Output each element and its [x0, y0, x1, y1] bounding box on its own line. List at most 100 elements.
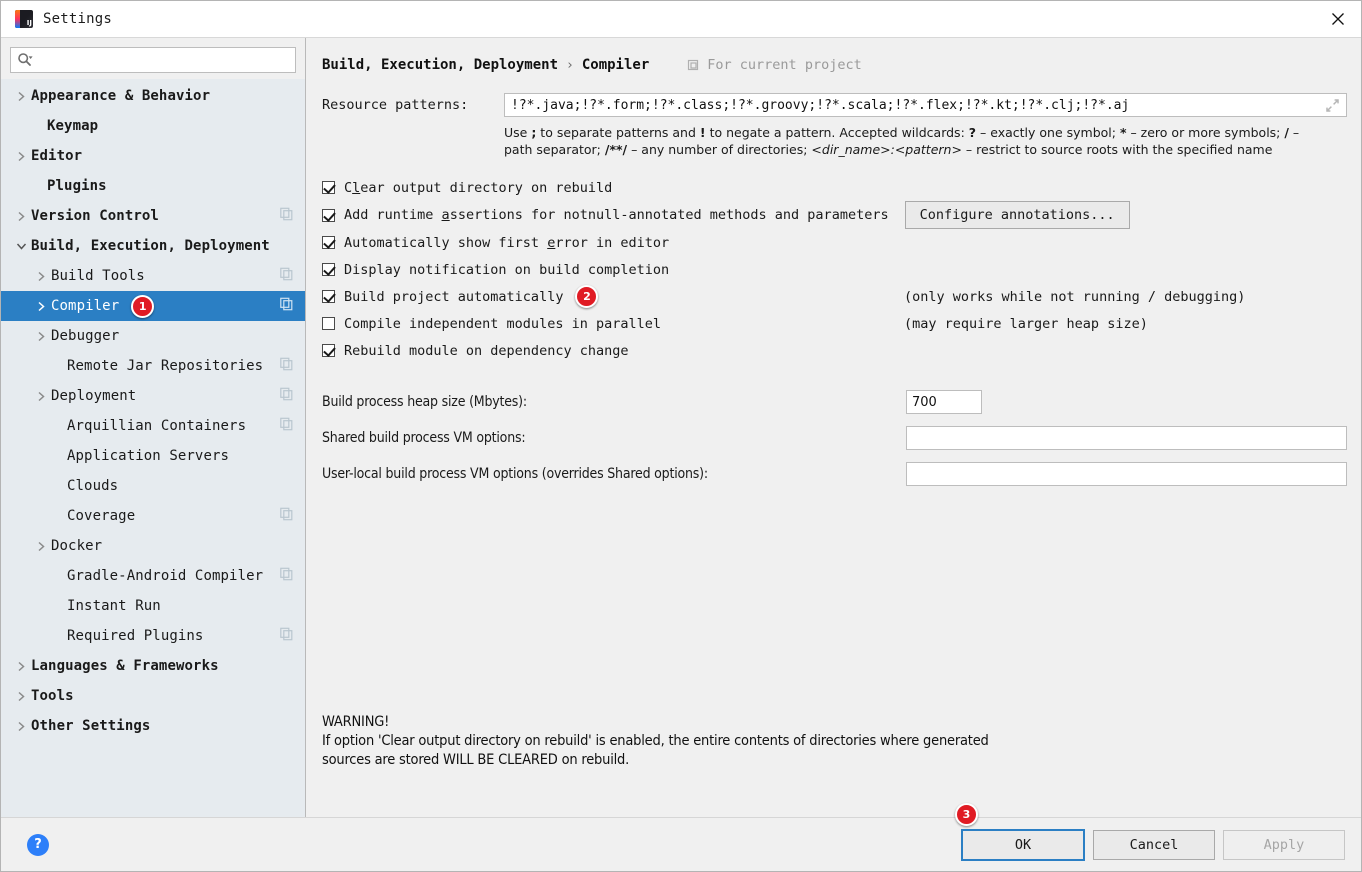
sidebar-item-version-control[interactable]: Version Control	[1, 201, 305, 231]
chevron-down-icon[interactable]	[13, 238, 29, 254]
chevron-right-icon[interactable]	[13, 658, 29, 674]
sidebar-item-editor[interactable]: Editor	[1, 141, 305, 171]
apply-button: Apply	[1223, 829, 1345, 860]
checkbox-label-post: ear output directory on rebuild	[360, 179, 613, 196]
checkbox-label[interactable]: Display notification on build completion	[344, 262, 669, 278]
sidebar-item-application-servers[interactable]: Application Servers	[1, 441, 305, 471]
resource-patterns-input[interactable]	[509, 96, 1322, 114]
chevron-right-icon[interactable]	[13, 148, 29, 164]
copy-settings-icon[interactable]	[280, 417, 293, 435]
expand-icon[interactable]	[1322, 94, 1342, 116]
copy-settings-icon[interactable]	[280, 567, 293, 585]
search-box[interactable]	[10, 47, 296, 73]
checkbox-label[interactable]: Rebuild module on dependency change	[344, 343, 628, 359]
sidebar-item-required-plugins[interactable]: Required Plugins	[1, 621, 305, 651]
copy-settings-icon[interactable]	[280, 387, 293, 405]
sidebar-item-compiler[interactable]: Compiler 1	[1, 291, 305, 321]
checkbox-add-runtime-assertions-for-notnull-annotated-m[interactable]	[322, 208, 335, 222]
chevron-right-icon[interactable]	[33, 298, 49, 314]
chevron-right-icon[interactable]	[13, 688, 29, 704]
sidebar-item-remote-jar-repositories[interactable]: Remote Jar Repositories	[1, 351, 305, 381]
field-input-user-local-build-process-vm-options-overrides-[interactable]	[906, 462, 1347, 486]
copy-settings-icon[interactable]	[280, 627, 293, 645]
checkbox-row-compile-independent-modules-in-parallel: Compile independent modules in parallel (…	[322, 310, 1347, 337]
copy-settings-icon[interactable]	[280, 207, 293, 225]
project-scope-icon	[687, 59, 700, 72]
sidebar-item-clouds[interactable]: Clouds	[1, 471, 305, 501]
checkbox-label[interactable]: Compile independent modules in parallel	[344, 316, 661, 332]
sidebar-item-other-settings[interactable]: Other Settings	[1, 711, 305, 741]
sidebar-item-tools[interactable]: Tools	[1, 681, 305, 711]
sidebar-item-build-execution-deployment[interactable]: Build, Execution, Deployment	[1, 231, 305, 261]
checkbox-clear-output-directory-on-rebuild[interactable]	[322, 181, 335, 194]
sidebar-item-docker[interactable]: Docker	[1, 531, 305, 561]
checkbox-automatically-show-first-error-in-editor[interactable]	[322, 236, 335, 249]
sidebar-item-coverage[interactable]: Coverage	[1, 501, 305, 531]
checkbox-rebuild-module-on-dependency-change[interactable]	[322, 344, 335, 357]
ok-button[interactable]: 3 OK	[955, 802, 1085, 861]
field-input-shared-build-process-vm-options[interactable]	[906, 426, 1347, 450]
checkbox-note: (may require larger heap size)	[904, 315, 1148, 332]
resource-patterns-hint: Use ; to separate patterns and ! to nega…	[504, 124, 1330, 158]
sidebar-item-arquillian-containers[interactable]: Arquillian Containers	[1, 411, 305, 441]
checkbox-label[interactable]: Automatically show first error in editor	[344, 235, 669, 251]
sidebar-item-plugins[interactable]: Plugins	[1, 171, 305, 201]
checkbox-build-project-automatically[interactable]	[322, 290, 335, 303]
copy-settings-icon[interactable]	[280, 267, 293, 285]
help-icon[interactable]: ?	[27, 833, 49, 856]
sidebar-item-build-tools[interactable]: Build Tools	[1, 261, 305, 291]
sidebar-item-keymap[interactable]: Keymap	[1, 111, 305, 141]
checkbox-label[interactable]: Clear output directory on rebuild	[344, 180, 612, 196]
copy-settings-icon[interactable]	[280, 507, 293, 525]
sidebar-item-gradle-android-compiler[interactable]: Gradle-Android Compiler	[1, 561, 305, 591]
chevron-right-icon[interactable]	[33, 268, 49, 284]
hint-p1: Use	[504, 125, 532, 140]
project-scope-text: For current project	[707, 57, 862, 73]
search-icon	[17, 52, 33, 68]
copy-settings-icon[interactable]	[280, 357, 293, 375]
configure-annotations-button[interactable]: Configure annotations...	[904, 201, 1130, 229]
resource-patterns-field[interactable]	[504, 93, 1347, 117]
chevron-right-icon[interactable]	[13, 208, 29, 224]
sidebar-item-appearance-behavior[interactable]: Appearance & Behavior	[1, 81, 305, 111]
chevron-right-icon[interactable]	[33, 538, 49, 554]
checkbox-label[interactable]: Build project automatically	[344, 289, 563, 305]
sidebar-item-label: Docker	[51, 538, 103, 554]
sidebar-item-label: Plugins	[47, 178, 107, 194]
checkbox-label-pre: Display notification on build completion	[344, 261, 670, 278]
checkbox-label[interactable]: Add runtime assertions for notnull-annot…	[344, 207, 889, 223]
breadcrumb-root: Build, Execution, Deployment	[322, 57, 559, 73]
field-label: Build process heap size (Mbytes):	[322, 394, 527, 410]
settings-sidebar: Appearance & Behavior Keymap Editor Plugins…	[1, 38, 306, 817]
sidebar-item-debugger[interactable]: Debugger	[1, 321, 305, 351]
cancel-button[interactable]: Cancel	[1093, 829, 1215, 860]
sidebar-item-label: Application Servers	[67, 448, 230, 464]
copy-settings-icon[interactable]	[280, 297, 293, 315]
main-content: Build, Execution, Deployment › Compiler …	[306, 38, 1361, 817]
checkbox-row-build-project-automatically: Build project automatically 2 (only works …	[322, 283, 1347, 310]
checkbox-display-notification-on-build-completion[interactable]	[322, 263, 335, 276]
checkbox-compile-independent-modules-in-parallel[interactable]	[322, 317, 335, 330]
sidebar-item-label: Keymap	[47, 118, 99, 134]
chevron-right-icon[interactable]	[13, 718, 29, 734]
title-bar: Settings	[1, 1, 1361, 38]
search-input[interactable]	[33, 51, 289, 69]
chevron-right-icon[interactable]	[33, 328, 49, 344]
chevron-right-icon[interactable]	[13, 88, 29, 104]
sidebar-item-label: Build, Execution, Deployment	[31, 238, 270, 254]
settings-tree[interactable]: Appearance & Behavior Keymap Editor Plugins…	[1, 79, 305, 817]
chevron-right-icon[interactable]	[33, 388, 49, 404]
checkbox-row-clear-output-directory-on-rebuild: Clear output directory on rebuild	[322, 174, 1347, 201]
sidebar-item-deployment[interactable]: Deployment	[1, 381, 305, 411]
close-icon[interactable]	[1315, 2, 1361, 37]
hint-p5: – zero or more symbols;	[1126, 125, 1285, 140]
field-input-build-process-heap-size-mbytes[interactable]	[906, 390, 982, 414]
compiler-options-group: Clear output directory on rebuild Add run…	[322, 174, 1347, 364]
sidebar-item-label: Debugger	[51, 328, 120, 344]
sidebar-item-instant-run[interactable]: Instant Run	[1, 591, 305, 621]
sidebar-item-languages-frameworks[interactable]: Languages & Frameworks	[1, 651, 305, 681]
apply-button-label: Apply	[1263, 836, 1305, 853]
